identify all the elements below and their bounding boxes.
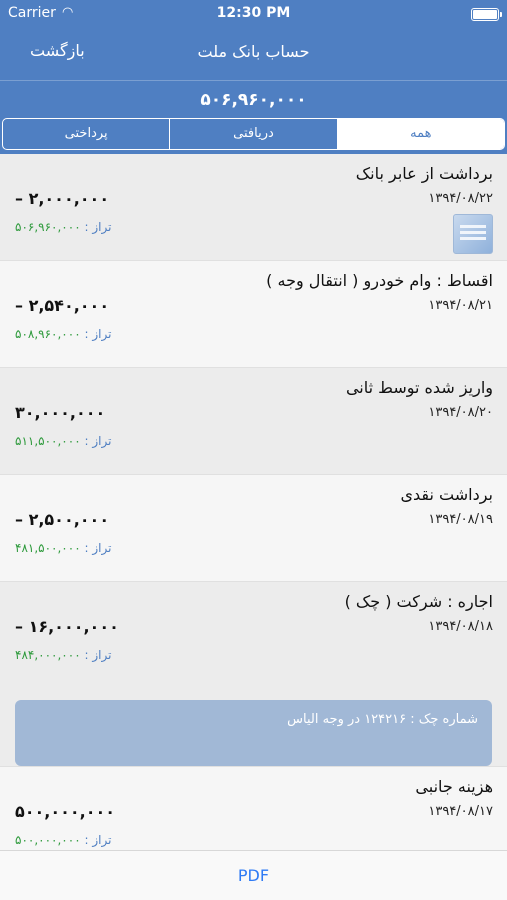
tab-receipts[interactable]: دریافتی	[169, 119, 336, 149]
transaction-note: شماره چک : ۱۲۴۲۱۶ در وجه الیاس	[15, 700, 492, 766]
transaction-title: واریز شده توسط ثانی	[345, 378, 493, 397]
running-balance: تراز : ۴۸۱,۵۰۰,۰۰۰	[15, 541, 111, 555]
transaction-row[interactable]: واریز شده توسط ثانی ۱۳۹۴/۰۸/۲۰ ۳۰,۰۰۰,۰۰…	[0, 368, 507, 475]
filter-segmented-control: پرداختی دریافتی همه	[2, 118, 505, 150]
transaction-title: هزینه جانبی	[415, 777, 493, 796]
transaction-amount: – ۲,۰۰۰,۰۰۰	[15, 189, 110, 208]
battery-icon	[471, 8, 502, 21]
transaction-date: ۱۳۹۴/۰۸/۱۷	[428, 804, 493, 819]
transaction-amount: – ۲,۵۴۰,۰۰۰	[15, 296, 110, 315]
transaction-title: اجاره : شرکت ( چک )	[344, 592, 493, 611]
transaction-amount: ۵۰۰,۰۰۰,۰۰۰	[15, 802, 116, 821]
balance-label: تراز :	[84, 833, 112, 847]
balance-value: ۵۰۶,۹۶۰,۰۰۰	[15, 220, 81, 234]
running-balance: تراز : ۵۱۱,۵۰۰,۰۰۰	[15, 434, 111, 448]
status-bar: Carrier ◠ 12:30 PM	[0, 0, 507, 28]
export-pdf-button[interactable]: PDF	[238, 866, 269, 885]
transaction-title: برداشت نقدی	[400, 485, 493, 504]
transaction-date: ۱۳۹۴/۰۸/۲۱	[428, 298, 493, 313]
transaction-row[interactable]: اجاره : شرکت ( چک ) ۱۳۹۴/۰۸/۱۸ – ۱۶,۰۰۰,…	[0, 582, 507, 767]
tab-payments[interactable]: پرداختی	[3, 119, 169, 149]
balance-label: تراز :	[84, 648, 112, 662]
bottom-toolbar: PDF	[0, 850, 507, 900]
balance-value: ۴۸۱,۵۰۰,۰۰۰	[15, 541, 81, 555]
transaction-date: ۱۳۹۴/۰۸/۱۸	[428, 619, 493, 634]
transaction-row[interactable]: برداشت از عابر بانک ۱۳۹۴/۰۸/۲۲ – ۲,۰۰۰,۰…	[0, 154, 507, 261]
navigation-bar: بازگشت حساب بانک ملت	[0, 28, 507, 80]
transaction-row[interactable]: اقساط : وام خودرو ( انتقال وجه ) ۱۳۹۴/۰۸…	[0, 261, 507, 368]
transaction-row[interactable]: برداشت نقدی ۱۳۹۴/۰۸/۱۹ – ۲,۵۰۰,۰۰۰ تراز …	[0, 475, 507, 582]
balance-label: تراز :	[84, 541, 112, 555]
running-balance: تراز : ۵۰۶,۹۶۰,۰۰۰	[15, 220, 111, 234]
running-balance: تراز : ۵۰۰,۰۰۰,۰۰۰	[15, 833, 111, 847]
running-balance: تراز : ۴۸۴,۰۰۰,۰۰۰	[15, 648, 111, 662]
transaction-date: ۱۳۹۴/۰۸/۲۰	[428, 405, 493, 420]
transaction-date: ۱۳۹۴/۰۸/۱۹	[428, 512, 493, 527]
transaction-title: برداشت از عابر بانک	[355, 164, 493, 183]
balance-label: تراز :	[84, 434, 112, 448]
balance-value: ۵۰۸,۹۶۰,۰۰۰	[15, 327, 81, 341]
running-balance: تراز : ۵۰۸,۹۶۰,۰۰۰	[15, 327, 111, 341]
transaction-row[interactable]: هزینه جانبی ۱۳۹۴/۰۸/۱۷ ۵۰۰,۰۰۰,۰۰۰ تراز …	[0, 767, 507, 850]
filter-segment-container: پرداختی دریافتی همه	[0, 116, 507, 154]
transaction-title: اقساط : وام خودرو ( انتقال وجه )	[266, 271, 493, 290]
page-title: حساب بانک ملت	[197, 42, 310, 61]
tab-all[interactable]: همه	[336, 119, 504, 149]
balance-value: ۵۰۰,۰۰۰,۰۰۰	[15, 833, 81, 847]
account-balance: ۵۰۶,۹۶۰,۰۰۰	[0, 80, 507, 116]
transaction-amount: – ۱۶,۰۰۰,۰۰۰	[15, 617, 119, 636]
balance-label: تراز :	[84, 220, 112, 234]
transaction-amount: – ۲,۵۰۰,۰۰۰	[15, 510, 110, 529]
receipt-thumbnail-icon[interactable]	[453, 214, 493, 254]
balance-value: ۵۱۱,۵۰۰,۰۰۰	[15, 434, 81, 448]
transaction-amount: ۳۰,۰۰۰,۰۰۰	[15, 403, 106, 422]
balance-value: ۴۸۴,۰۰۰,۰۰۰	[15, 648, 81, 662]
status-time: 12:30 PM	[216, 5, 291, 21]
transaction-date: ۱۳۹۴/۰۸/۲۲	[428, 191, 493, 206]
balance-label: تراز :	[84, 327, 112, 341]
transaction-list[interactable]: برداشت از عابر بانک ۱۳۹۴/۰۸/۲۲ – ۲,۰۰۰,۰…	[0, 154, 507, 850]
